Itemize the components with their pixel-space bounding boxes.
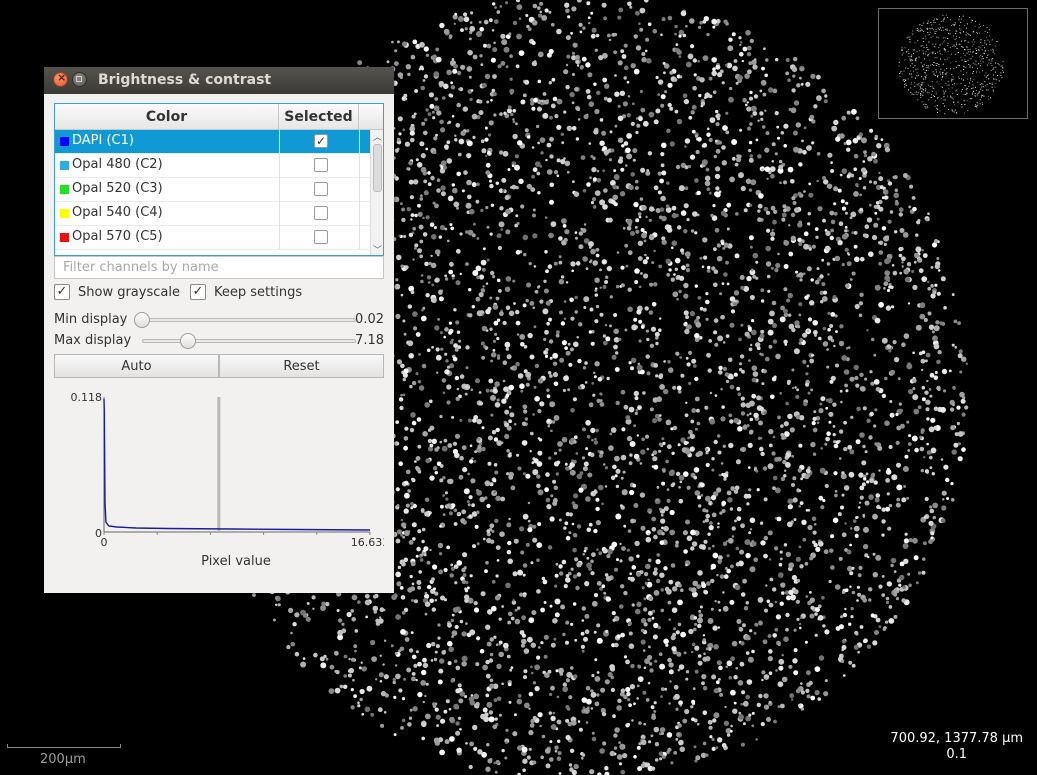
min-display-label: Min display [54, 312, 128, 327]
channel-selected-checkbox[interactable] [314, 182, 328, 196]
column-divider [279, 130, 280, 154]
color-swatch-icon [60, 185, 69, 194]
histogram-line [103, 398, 371, 531]
column-divider [279, 202, 280, 226]
table-scrollbar[interactable]: ︿ ﹀ [370, 130, 383, 255]
column-header-color[interactable]: Color [55, 104, 279, 130]
column-divider [359, 130, 360, 154]
channel-row[interactable]: Opal 540 (C4) [55, 202, 370, 226]
column-divider [359, 178, 360, 202]
max-display-slider-thumb[interactable] [179, 333, 196, 349]
column-divider [279, 154, 280, 178]
histogram-x-axis-label: Pixel value [201, 554, 271, 569]
window-title: Brightness & contrast [98, 72, 272, 88]
column-divider [279, 178, 280, 202]
channel-selected-checkbox[interactable] [314, 206, 328, 220]
scrollbar-thumb[interactable] [373, 144, 382, 192]
cursor-coordinates: 700.92, 1377.78 µm 0.1 [890, 731, 1023, 763]
zoom-level: 0.1 [946, 747, 968, 762]
histogram-y-max-label: 0.118 [71, 391, 103, 404]
auto-button[interactable]: Auto [54, 354, 219, 378]
color-swatch-icon [60, 161, 69, 170]
column-header-selected[interactable]: Selected [279, 104, 359, 130]
channel-name: Opal 540 (C4) [72, 205, 163, 220]
close-button[interactable]: × [53, 71, 68, 87]
channel-name: Opal 570 (C5) [72, 229, 163, 244]
channel-selected-checkbox[interactable] [314, 158, 328, 172]
channel-row[interactable]: Opal 480 (C2) [55, 154, 370, 178]
min-display-row: Min display 0.02 [54, 310, 384, 330]
max-display-row: Max display 7.18 [54, 331, 384, 351]
channel-row[interactable]: Opal 520 (C3) [55, 178, 370, 202]
color-swatch-icon [60, 209, 69, 218]
column-divider [359, 154, 360, 178]
channel-name: Opal 480 (C2) [72, 157, 163, 172]
channel-name: DAPI (C1) [72, 133, 134, 148]
max-display-value[interactable]: 7.18 [355, 333, 384, 348]
reset-button[interactable]: Reset [219, 354, 384, 378]
window-titlebar[interactable]: × Brightness & contrast [44, 67, 394, 94]
channel-row[interactable]: DAPI (C1) ✓ [55, 130, 370, 154]
keep-settings-label: Keep settings [214, 285, 303, 300]
maximize-icon [76, 76, 82, 82]
channel-row[interactable]: Opal 570 (C5) [55, 226, 370, 250]
color-swatch-icon [60, 137, 69, 146]
show-grayscale-label: Show grayscale [78, 285, 180, 300]
scale-bar-label: 200µm [40, 752, 86, 767]
column-divider [359, 202, 360, 226]
histogram-x-min-label: 0 [101, 536, 108, 549]
scroll-down-icon[interactable]: ﹀ [373, 243, 382, 255]
min-display-slider[interactable] [142, 318, 356, 322]
scroll-up-icon[interactable]: ︿ [373, 130, 382, 143]
histogram-chart[interactable]: 0.118 0 0 16.633 Pixel value [54, 385, 385, 585]
scale-bar [7, 744, 121, 748]
checkmark-icon[interactable]: ✓ [54, 284, 70, 300]
channel-selected-checkbox[interactable]: ✓ [314, 134, 328, 148]
max-display-label: Max display [54, 333, 132, 348]
channel-table[interactable]: Color Selected DAPI (C1) ✓ Opal 480 (C2) Op… [54, 103, 384, 256]
column-header-spacer [359, 104, 383, 130]
max-display-slider[interactable] [142, 339, 356, 343]
histogram-x-max-label: 16.633 [351, 536, 384, 549]
maximize-button[interactable] [72, 72, 87, 87]
brightness-contrast-window: × Brightness & contrast Color Selected D… [44, 67, 394, 593]
filter-channels-input[interactable] [54, 256, 384, 279]
column-divider [359, 226, 360, 250]
color-swatch-icon [60, 233, 69, 242]
cursor-location: 700.92, 1377.78 µm [890, 731, 1023, 746]
channel-name: Opal 520 (C3) [72, 181, 163, 196]
column-divider [279, 226, 280, 250]
min-display-slider-thumb[interactable] [134, 312, 151, 328]
overview-image [898, 14, 1004, 115]
close-icon: × [57, 71, 67, 84]
channel-selected-checkbox[interactable] [314, 230, 328, 244]
min-display-value[interactable]: 0.02 [355, 312, 384, 327]
checkmark-icon[interactable]: ✓ [190, 284, 206, 300]
overview-thumbnail[interactable] [878, 8, 1028, 119]
